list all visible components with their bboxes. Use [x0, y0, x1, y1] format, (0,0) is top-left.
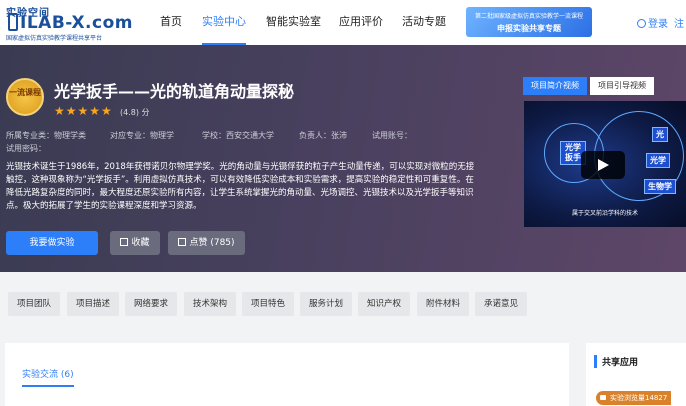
login-link[interactable]: 登录 — [648, 19, 668, 30]
favorite-icon — [120, 238, 129, 246]
views-badge: 实验浏览量14827 — [596, 391, 672, 405]
favorite-button[interactable]: 收藏 — [110, 231, 160, 255]
course-description: 光镊技术诞生于1986年，2018年获得诺贝尔物理学奖。光的角动量与光镊俘获的粒… — [6, 162, 475, 211]
tab-features[interactable]: 项目特色 — [242, 292, 294, 316]
do-experiment-button[interactable]: 我要做实验 — [6, 231, 98, 255]
favorite-label: 收藏 — [131, 238, 150, 248]
like-button[interactable]: 点赞 (785) — [168, 231, 245, 255]
nav-evaluation[interactable]: 应用评价 — [339, 0, 383, 45]
video-label-c: 生物学 — [644, 179, 676, 194]
nav-smart-lab[interactable]: 智能实验室 — [266, 0, 321, 45]
meta-account: 试用账号： — [372, 131, 412, 140]
logo-main-text: ILAB-X.com — [20, 13, 133, 33]
rating-score: (4.8) 分 — [120, 108, 150, 117]
section-tabs: 项目团队 项目描述 网络要求 技术架构 项目特色 服务计划 知识产权 附件材料 … — [0, 272, 686, 334]
site-logo[interactable]: 实验空间 ILAB-X.com 国家虚拟仿真实验教学课程共享平台 — [6, 4, 136, 42]
banner-line1: 第二批国家级虚拟仿真实验教学一流课程 — [474, 13, 583, 20]
banner-line2: 申报实验共享专题 — [497, 24, 561, 33]
thumbs-up-icon — [178, 238, 187, 246]
tab-ip[interactable]: 知识产权 — [358, 292, 410, 316]
top-header: 实验空间 ILAB-X.com 国家虚拟仿真实验教学课程共享平台 首页 实验中心… — [0, 0, 686, 45]
video-label-b: 光学 — [646, 153, 670, 168]
nav-home[interactable]: 首页 — [160, 0, 182, 45]
tab-attachments[interactable]: 附件材料 — [417, 292, 469, 316]
meta-major: 对应专业：物理学 — [110, 131, 174, 140]
play-icon[interactable] — [581, 151, 625, 179]
course-hero: 一流课程 光学扳手——光的轨道角动量探秘 ★★★★★ (4.8) 分 所属专业类… — [0, 45, 686, 272]
logo-mark-icon — [8, 13, 18, 31]
active-tab-underline — [22, 385, 74, 387]
share-title: 共享应用 — [594, 355, 638, 368]
tab-description[interactable]: 项目描述 — [67, 292, 119, 316]
user-icon — [637, 19, 646, 28]
logo-sub-text: 国家虚拟仿真实验教学课程共享平台 — [6, 35, 103, 42]
rating-stars-icon: ★★★★★ — [54, 104, 113, 118]
exchange-panel: 实验交流 (6) — [5, 343, 569, 406]
course-title: 光学扳手——光的轨道角动量探秘 — [54, 82, 295, 101]
first-class-badge-icon: 一流课程 — [6, 78, 44, 116]
like-label: 点赞 (785) — [189, 238, 235, 248]
nav-experiment-center[interactable]: 实验中心 — [202, 0, 246, 45]
tab-experiment-exchange[interactable]: 实验交流 (6) — [22, 367, 74, 380]
video-caption: 属于交叉前沿学科的技术 — [571, 210, 638, 217]
tab-team[interactable]: 项目团队 — [8, 292, 60, 316]
register-link[interactable]: 注 — [674, 19, 684, 30]
tab-guide-video[interactable]: 项目引导视频 — [590, 77, 654, 95]
video-label-a: 光 — [652, 127, 668, 142]
share-panel: 共享应用 实验浏览量14827 — [586, 343, 686, 406]
tab-architecture[interactable]: 技术架构 — [184, 292, 236, 316]
meta-password: 试用密码： — [6, 144, 46, 153]
promo-banner[interactable]: 第二批国家级虚拟仿真实验教学一流课程 申报实验共享专题 — [466, 7, 592, 37]
tab-commitment[interactable]: 承诺意见 — [475, 292, 527, 316]
video-player[interactable]: 光学 扳手 光 光学 生物学 属于交叉前沿学科的技术 — [524, 101, 686, 227]
meta-school: 学校：西安交通大学 — [202, 131, 274, 140]
meta-owner: 负责人：张沛 — [299, 131, 347, 140]
tab-intro-video[interactable]: 项目简介视频 — [523, 77, 587, 95]
tab-network[interactable]: 网络要求 — [125, 292, 177, 316]
tab-service-plan[interactable]: 服务计划 — [300, 292, 352, 316]
login-area: 登录注 — [637, 15, 684, 30]
meta-subject: 所属专业类：物理学类 — [6, 131, 86, 140]
nav-topics[interactable]: 活动专题 — [402, 0, 446, 45]
